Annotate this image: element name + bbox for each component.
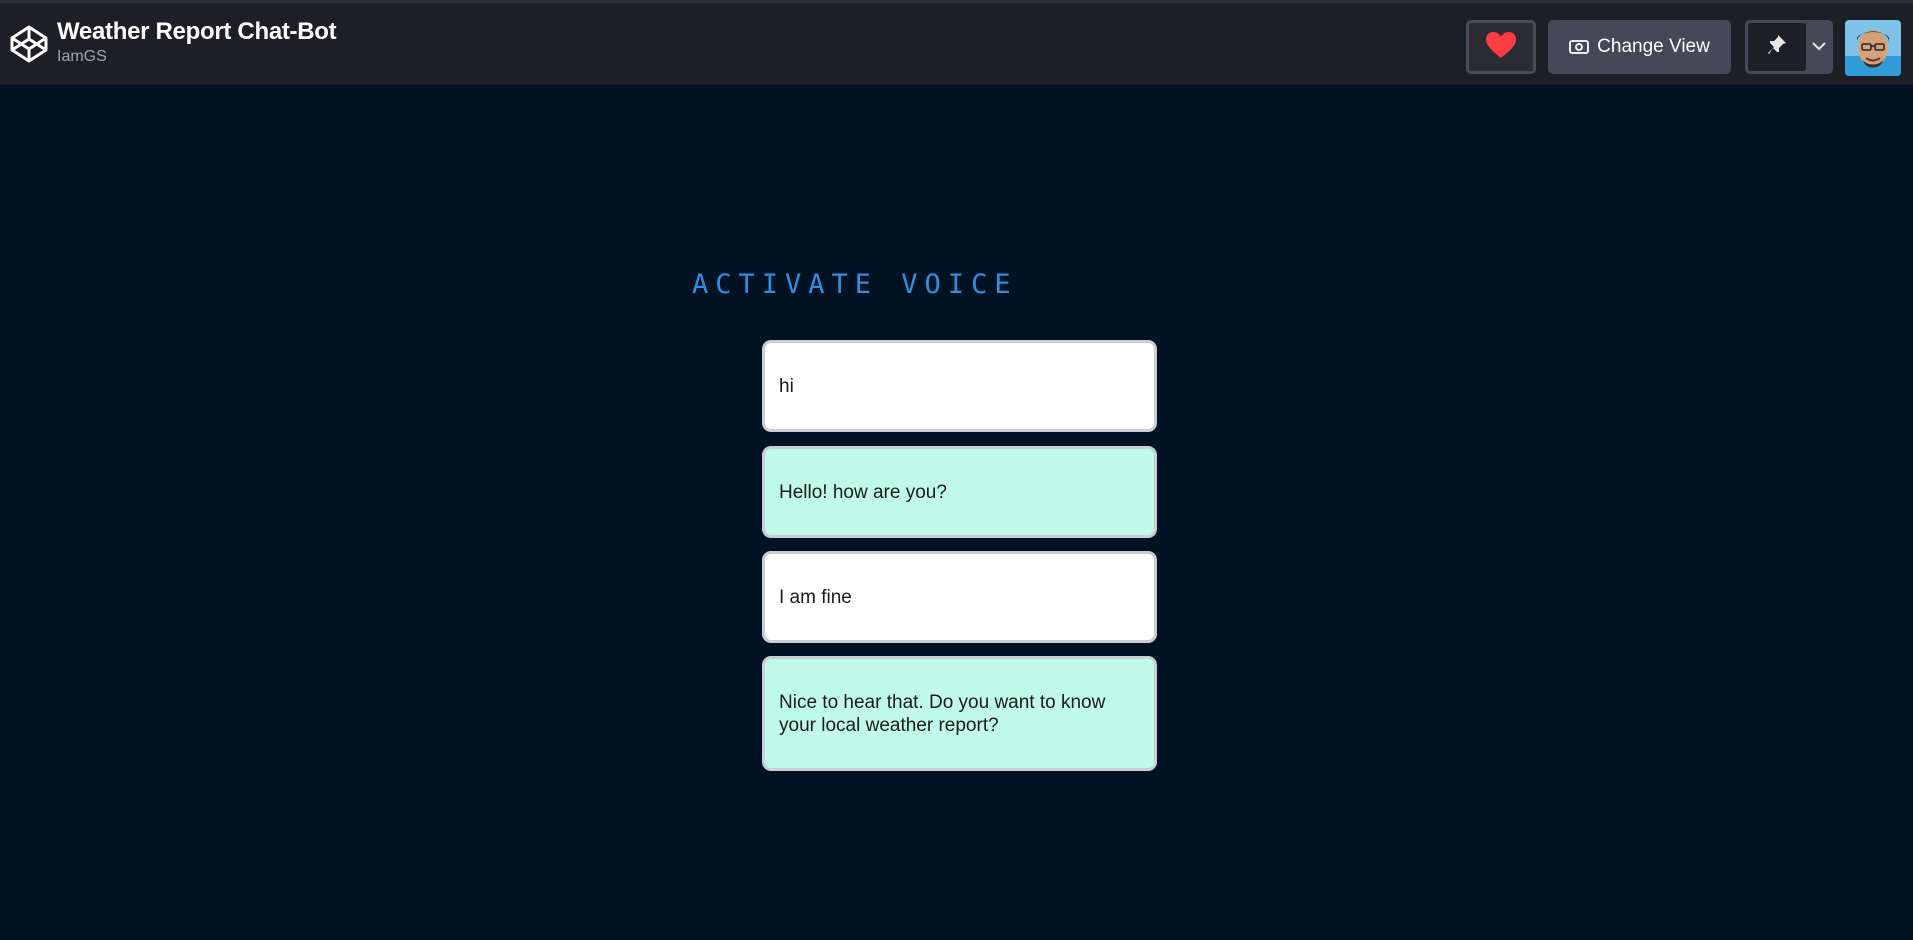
message-text: Nice to hear that. Do you want to know y… [779,691,1106,736]
change-view-label: Change View [1597,36,1710,57]
chat-message-bot: Nice to hear that. Do you want to know y… [762,656,1157,771]
pin-menu-group [1745,20,1833,74]
chat-message-user: hi [762,340,1157,432]
eye-icon [1569,39,1590,55]
activate-voice-button[interactable]: ACTIVATE VOICE [692,268,1018,302]
pin-icon [1767,34,1787,61]
codepen-logo-icon[interactable] [9,24,49,64]
chat-message-bot: Hello! how are you? [762,446,1157,538]
message-text: Hello! how are you? [779,481,947,503]
message-text: hi [779,375,794,397]
top-bar: Weather Report Chat-Bot IamGS Change Vie… [0,0,1913,85]
change-view-button[interactable]: Change View [1548,20,1731,74]
pin-button[interactable] [1748,23,1806,71]
like-button[interactable] [1466,20,1536,74]
author-name[interactable]: IamGS [57,47,336,67]
heart-icon [1485,31,1517,64]
chevron-down-icon [1812,38,1826,56]
chat-message-user: I am fine [762,551,1157,643]
message-text: I am fine [779,586,852,608]
user-avatar[interactable] [1845,20,1901,76]
pin-dropdown-button[interactable] [1807,23,1831,71]
pen-title[interactable]: Weather Report Chat-Bot [57,18,337,46]
title-block: Weather Report Chat-Bot IamGS [57,18,337,67]
